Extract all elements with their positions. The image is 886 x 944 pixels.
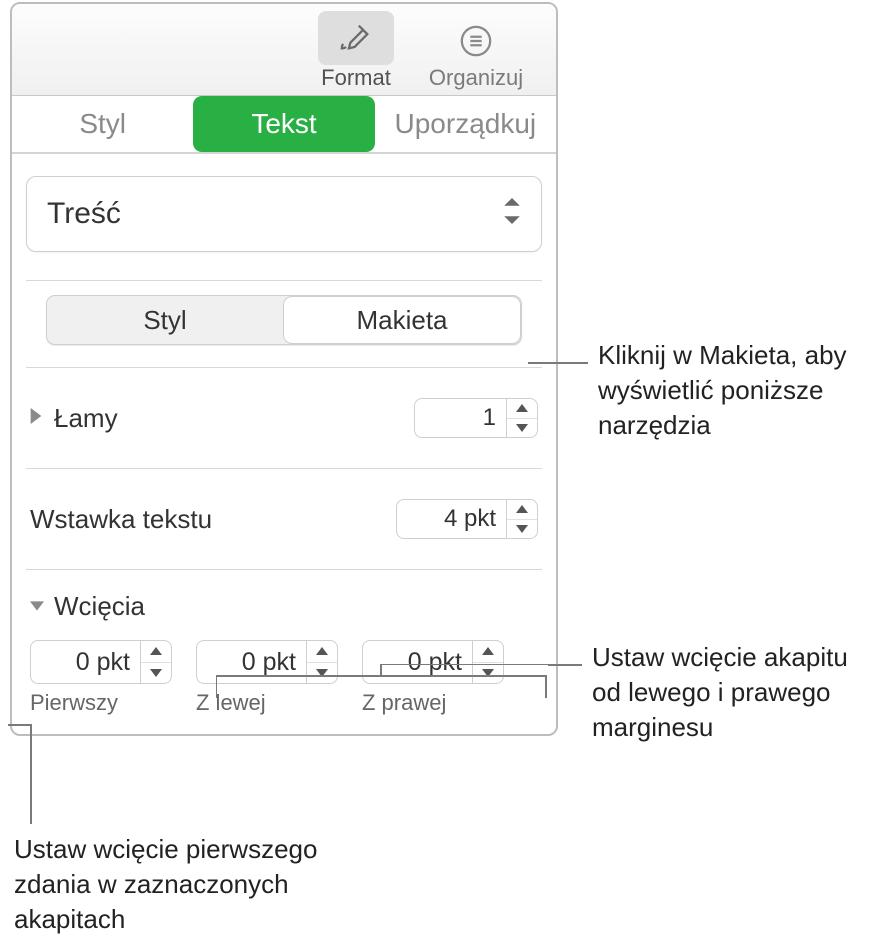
text-inset-input[interactable]: 4 pkt [396,499,506,539]
columns-label: Łamy [54,403,118,434]
segment-layout[interactable]: Makieta [284,297,520,343]
callout-first-line: Ustaw wcięcie pierwszego zdania w zaznac… [14,832,354,937]
indents-label: Wcięcia [54,591,145,622]
tab-arrange[interactable]: Uporządkuj [375,96,556,152]
chevron-updown-icon [503,198,521,231]
inspector-tabs: Styl Tekst Uporządkuj [12,96,556,154]
columns-field: 1 [414,398,538,438]
columns-step-down[interactable] [507,419,537,438]
indent-first-input[interactable]: 0 pkt [30,640,140,684]
callout-line [528,362,588,364]
text-inset-step-down[interactable] [507,520,537,539]
tab-style[interactable]: Styl [12,96,193,152]
columns-row: Łamy 1 [26,394,542,442]
chevron-down-icon [30,595,48,618]
divider [26,468,542,469]
callout-margins: Ustaw wcięcie akapitu od lewego i praweg… [592,640,882,745]
format-inspector-panel: Format Organizuj Styl Tekst Uporządkuj T… [10,2,558,736]
indent-first-col: 0 pkt Pierwszy [30,640,172,716]
text-inset-field: 4 pkt [396,499,538,539]
format-label: Format [321,65,391,91]
indent-left-up[interactable] [307,641,337,663]
text-inset-label: Wstawka tekstu [30,504,212,535]
columns-stepper [506,398,538,438]
indent-first-stepper [140,640,172,684]
format-toolbar-button[interactable]: Format [296,4,416,95]
columns-input[interactable]: 1 [414,398,506,438]
inspector-body: Treść Styl Makieta Łamy 1 [12,176,556,734]
divider [26,569,542,570]
callout-layout: Kliknij w Makieta, aby wyświetlić poniżs… [598,338,878,443]
organize-label: Organizuj [429,65,523,91]
text-inset-stepper [506,499,538,539]
inspector-toolbar: Format Organizuj [12,4,556,96]
divider [26,280,542,281]
chevron-right-icon [30,407,48,430]
text-inset-step-up[interactable] [507,500,537,520]
indent-right-up[interactable] [473,641,503,663]
divider [26,367,542,368]
text-subtab-segment: Styl Makieta [46,295,522,345]
indent-first-label: Pierwszy [30,690,118,716]
columns-disclosure[interactable]: Łamy [30,403,414,434]
callout-bracket [216,664,552,700]
paragraph-style-dropdown[interactable]: Treść [26,176,542,252]
indent-first-up[interactable] [141,641,171,663]
indents-disclosure[interactable]: Wcięcia [30,591,538,622]
text-inset-row: Wstawka tekstu 4 pkt [26,495,542,543]
callout-line [30,724,32,824]
indents-header: Wcięcia [26,588,542,624]
tab-text[interactable]: Tekst [193,96,374,152]
organize-toolbar-button[interactable]: Organizuj [416,4,536,95]
paintbrush-icon [334,15,378,59]
callout-line [8,724,32,726]
columns-step-up[interactable] [507,399,537,419]
indent-first-down[interactable] [141,663,171,684]
paragraph-style-value: Treść [47,197,121,231]
list-circle-icon [454,19,498,63]
segment-style[interactable]: Styl [47,296,283,344]
callout-line [548,664,582,666]
